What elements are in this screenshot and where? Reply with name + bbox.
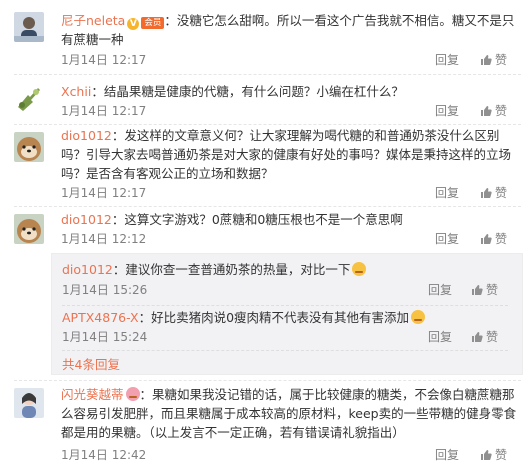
sub-reply-meta: 1月14日 15:26 回复 赞 bbox=[62, 281, 508, 299]
user-nickname[interactable]: 闪光葵越蒂 bbox=[61, 387, 124, 402]
avatar[interactable] bbox=[14, 83, 44, 113]
like-button[interactable]: 赞 bbox=[480, 446, 507, 464]
comment-meta: 1月14日 12:17 回复 赞 bbox=[61, 184, 521, 202]
like-label: 赞 bbox=[494, 104, 507, 118]
sub-reply-body: APTX4876-X：好比卖猪肉说0瘦肉精不代表没有其他有害添加 bbox=[62, 309, 508, 327]
like-label: 赞 bbox=[485, 330, 498, 344]
divider bbox=[62, 305, 508, 306]
avatar[interactable] bbox=[14, 12, 44, 42]
reply-button[interactable]: 回复 bbox=[435, 446, 459, 464]
thumb-up-icon bbox=[471, 285, 483, 295]
reply-time: 1月14日 15:24 bbox=[62, 330, 148, 344]
reply-text: ：建议你查一查普通奶茶的热量，对比一下 bbox=[112, 262, 351, 277]
emoji-icon bbox=[352, 262, 367, 276]
reply-button[interactable]: 回复 bbox=[435, 102, 459, 120]
like-button[interactable]: 赞 bbox=[480, 230, 507, 248]
user-nickname[interactable]: APTX4876-X bbox=[62, 310, 139, 325]
like-label: 赞 bbox=[494, 186, 507, 200]
comment-meta: 1月14日 12:17 回复 赞 bbox=[61, 102, 521, 120]
avatar[interactable] bbox=[14, 388, 44, 418]
member-badge-icon[interactable]: 会员 bbox=[141, 17, 165, 29]
sub-reply-panel: dio1012：建议你查一查普通奶茶的热量，对比一下 1月14日 15:26 回… bbox=[51, 253, 523, 375]
like-button[interactable]: 赞 bbox=[480, 184, 507, 202]
reply-button[interactable]: 回复 bbox=[435, 184, 459, 202]
thumb-up-icon bbox=[480, 450, 492, 460]
user-nickname[interactable]: dio1012 bbox=[61, 212, 112, 227]
reply-time: 1月14日 15:26 bbox=[62, 283, 148, 297]
user-nickname[interactable]: dio1012 bbox=[61, 128, 112, 143]
user-nickname[interactable]: Xchii bbox=[61, 84, 91, 99]
divider bbox=[14, 124, 521, 125]
comment-time: 1月14日 12:17 bbox=[61, 104, 147, 118]
emoji-icon bbox=[411, 310, 426, 324]
like-label: 赞 bbox=[494, 232, 507, 246]
like-label: 赞 bbox=[494, 53, 507, 67]
comment-text: ：这算文字游戏？0蔗糖和0糖压根也不是一个意思啊 bbox=[111, 212, 403, 227]
comment-text: ：发这样的文章意义何？让大家理解为喝代糖的和普通奶茶没什么区别吗？引导大家去喝普… bbox=[61, 128, 512, 181]
comment-time: 1月14日 12:42 bbox=[61, 448, 147, 462]
thumb-up-icon bbox=[480, 234, 492, 244]
comment-body: 闪光葵越蒂 ：果糖如果我没记错的话，属于比较健康的糖类，不会像白糖蔗糖那么容易引发… bbox=[61, 385, 521, 442]
verified-icon[interactable]: V bbox=[127, 18, 140, 30]
user-nickname[interactable]: dio1012 bbox=[62, 262, 113, 277]
thumb-up-icon bbox=[480, 55, 492, 65]
thumb-up-icon bbox=[480, 106, 492, 116]
avatar[interactable] bbox=[14, 214, 44, 244]
comment-body: dio1012：发这样的文章意义何？让大家理解为喝代糖的和普通奶茶没什么区别吗？… bbox=[61, 126, 521, 183]
thumb-up-icon bbox=[471, 332, 483, 342]
comment-text: ：结晶果糖是健康的代糖，有什么问题？小编在杠什么？ bbox=[91, 84, 404, 99]
like-button[interactable]: 赞 bbox=[471, 281, 498, 299]
comment-body: dio1012：这算文字游戏？0蔗糖和0糖压根也不是一个意思啊 bbox=[61, 210, 521, 229]
comment-body: 尼子neleta V 会员 ：没糖它怎么甜啊。所以一看这个广告我就不相信。糖又不是只有… bbox=[61, 11, 521, 49]
comment-meta: 1月14日 12:17 回复 赞 bbox=[61, 51, 521, 69]
comment-time: 1月14日 12:12 bbox=[61, 232, 147, 246]
sub-reply-body: dio1012：建议你查一查普通奶茶的热量，对比一下 bbox=[62, 261, 508, 279]
reply-button[interactable]: 回复 bbox=[428, 281, 452, 299]
comment-time: 1月14日 12:17 bbox=[61, 186, 147, 200]
reply-button[interactable]: 回复 bbox=[435, 230, 459, 248]
reply-text: ：好比卖猪肉说0瘦肉精不代表没有其他有害添加 bbox=[138, 310, 410, 325]
comment-meta: 1月14日 12:12 回复 赞 bbox=[61, 230, 521, 248]
divider bbox=[14, 206, 521, 207]
like-label: 赞 bbox=[485, 283, 498, 297]
divider bbox=[14, 380, 521, 381]
reply-button[interactable]: 回复 bbox=[428, 328, 452, 346]
reply-button[interactable]: 回复 bbox=[435, 51, 459, 69]
comment-time: 1月14日 12:17 bbox=[61, 53, 147, 67]
comment-body: Xchii：结晶果糖是健康的代糖，有什么问题？小编在杠什么？ bbox=[61, 82, 521, 101]
divider bbox=[14, 74, 521, 75]
comment-meta: 1月14日 12:42 回复 赞 bbox=[61, 446, 521, 464]
avatar[interactable] bbox=[14, 132, 44, 162]
like-button[interactable]: 赞 bbox=[480, 51, 507, 69]
like-button[interactable]: 赞 bbox=[480, 102, 507, 120]
divider bbox=[62, 350, 508, 351]
view-more-replies-link[interactable]: 共4条回复 bbox=[62, 354, 120, 373]
thumb-up-icon bbox=[480, 188, 492, 198]
user-nickname[interactable]: 尼子neleta bbox=[61, 13, 125, 28]
like-label: 赞 bbox=[494, 448, 507, 462]
sub-reply-meta: 1月14日 15:24 回复 赞 bbox=[62, 328, 508, 346]
emoji-icon bbox=[125, 387, 140, 401]
like-button[interactable]: 赞 bbox=[471, 328, 498, 346]
